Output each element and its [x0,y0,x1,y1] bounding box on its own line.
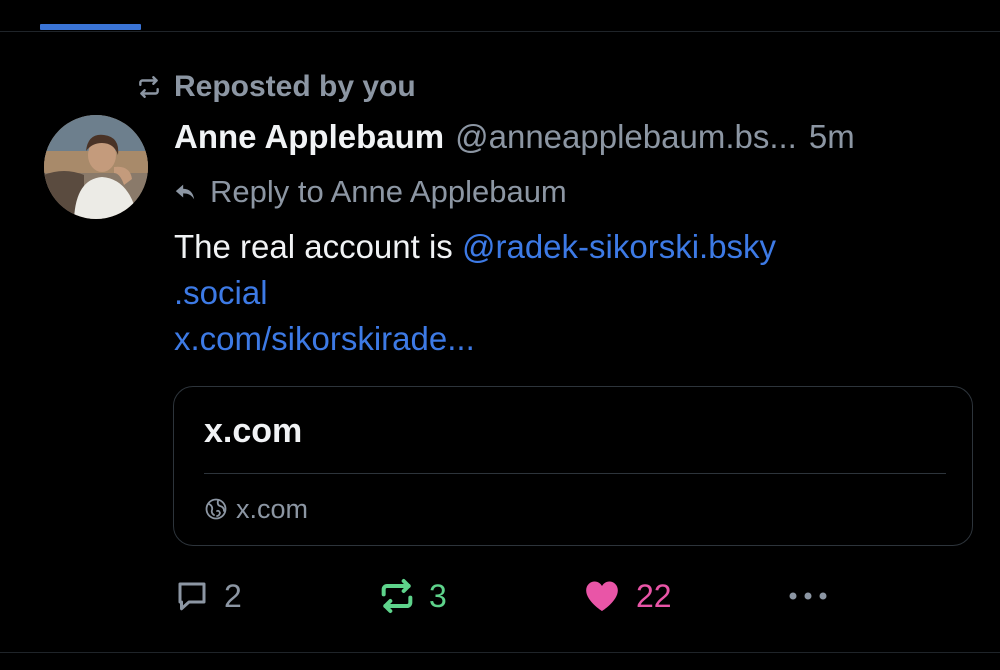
mention-link[interactable]: @radek-sikorski.bsky [462,228,776,265]
bottom-divider [0,652,1000,653]
more-options-button[interactable] [786,574,830,618]
url-link[interactable]: x.com/sikorskirade... [174,316,964,362]
reply-button[interactable]: 2 [174,574,242,618]
reply-arrow-icon [175,184,195,200]
like-count: 22 [636,577,672,614]
active-tab-indicator [40,24,141,30]
post-text-line-1: The real account is @radek-sikorski.bsky [174,224,964,270]
mention-link-continuation[interactable]: .social [174,270,964,316]
post-header: Anne Applebaum @anneapplebaum.bs... 5m [174,118,984,162]
author-name[interactable]: Anne Applebaum [174,118,444,156]
author-handle[interactable]: @anneapplebaum.bs... [455,118,797,156]
repost-icon [139,76,159,98]
comment-icon [178,582,206,611]
more-dots-icon [789,592,827,600]
avatar[interactable] [44,115,148,219]
top-divider [0,31,1000,32]
heart-icon [586,581,618,611]
link-preview-divider [204,473,946,474]
reply-context[interactable]: Reply to Anne Applebaum [174,172,567,212]
reply-count: 2 [224,577,242,614]
globe-icon [205,498,227,520]
repost-button[interactable]: 3 [377,574,447,618]
link-preview-domain-text: x.com [236,493,309,524]
avatar-image [44,115,148,219]
like-button[interactable]: 22 [582,574,672,618]
post-text: The real account is @radek-sikorski.bsky… [174,224,964,362]
reply-context-text: Reply to Anne Applebaum [210,174,567,209]
repost-context[interactable]: Reposted by you [136,70,416,104]
link-preview-title: x.com [204,412,303,450]
link-preview-domain: x.com [204,491,308,527]
link-preview-card[interactable]: x.com x.com [173,386,973,546]
repost-count: 3 [429,577,447,614]
repost-icon [381,579,413,613]
repost-context-text: Reposted by you [174,70,416,103]
post-text-prefix: The real account is [174,228,462,265]
post-timestamp[interactable]: 5m [809,118,855,156]
